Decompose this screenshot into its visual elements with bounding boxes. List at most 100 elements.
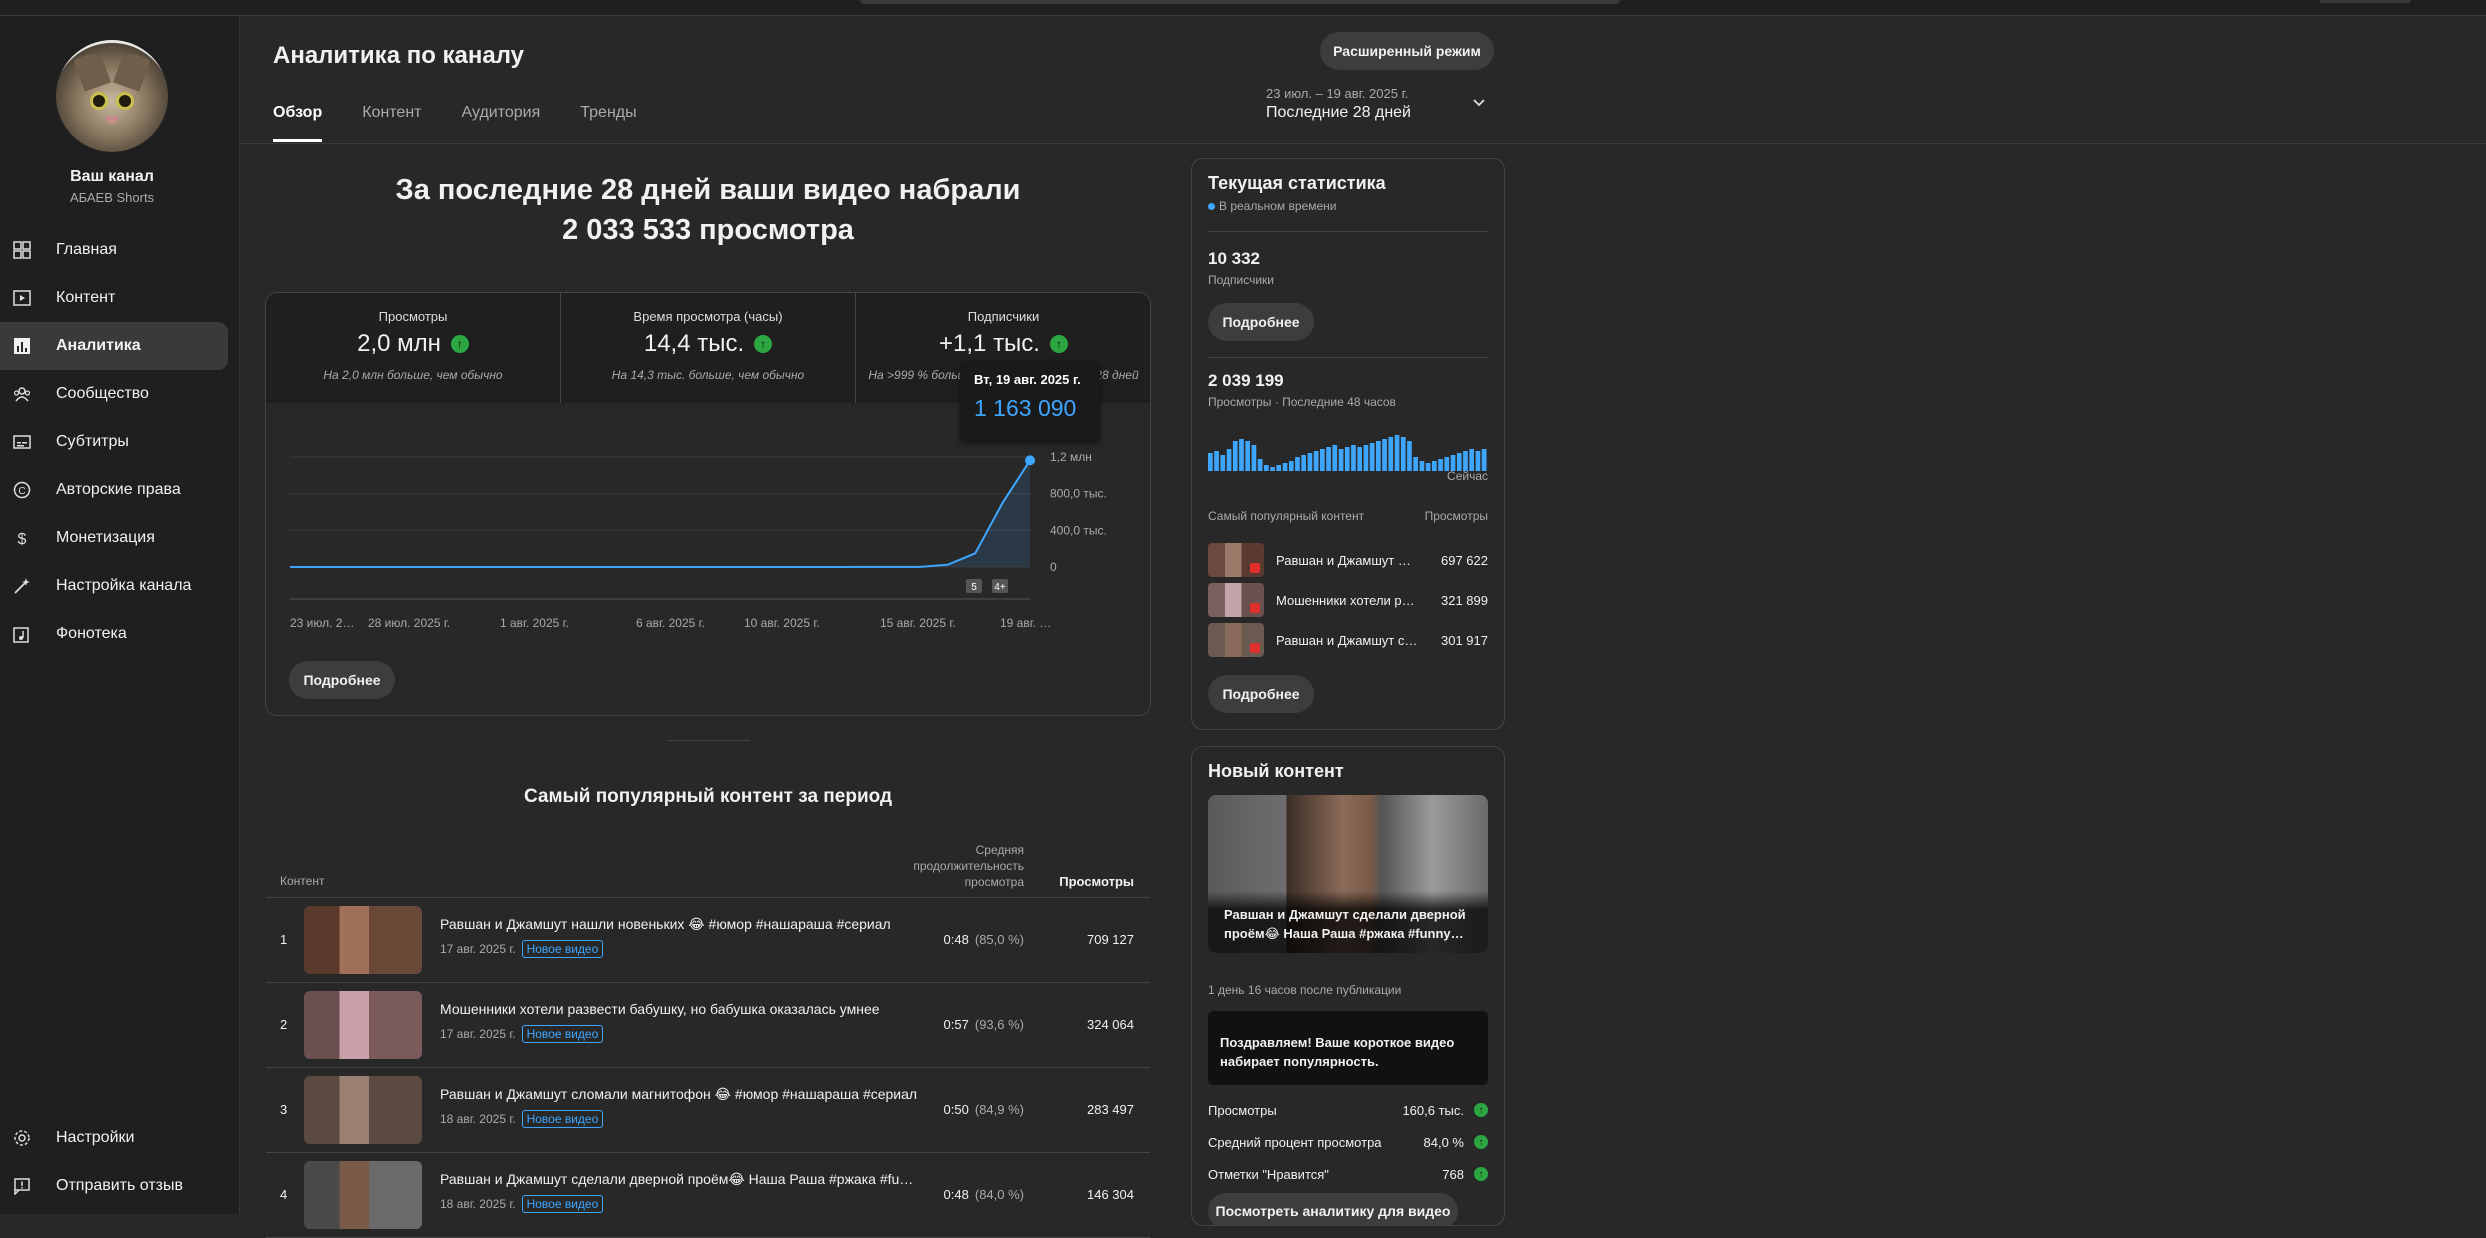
tab-content[interactable]: Контент: [362, 104, 421, 140]
video-thumbnail[interactable]: [304, 1161, 422, 1229]
more-button[interactable]: Подробнее: [289, 661, 395, 699]
popular-item[interactable]: Мошенники хотели развести бабушку 321 89…: [1208, 583, 1488, 619]
video-thumbnail[interactable]: [304, 1076, 422, 1144]
sidebar-item-feedback[interactable]: Отправить отзыв: [0, 1162, 228, 1210]
spark-bar: [1214, 451, 1219, 471]
date-period-select[interactable]: Последние 28 дней: [1266, 104, 1411, 122]
popular-item[interactable]: Равшан и Джамшут нашли новеньких 697 622: [1208, 543, 1488, 579]
metric-label: Просмотры: [378, 309, 448, 324]
headline-line1: За последние 28 дней ваши видео набрали: [395, 174, 1021, 206]
sidebar-item-community[interactable]: Сообщество: [0, 370, 228, 418]
realtime-more-button[interactable]: Подробнее: [1208, 675, 1314, 713]
video-views: 283 497: [1087, 1102, 1134, 1117]
data-point: [1025, 455, 1035, 466]
views-chart[interactable]: 1,2 млн 800,0 тыс. 400,0 тыс. 0 23 июл. 2… 28…: [266, 403, 1151, 716]
x-tick-label: 10 авг. 2025 г.: [744, 616, 820, 630]
sidebar-item-label: Фонотека: [56, 625, 127, 642]
table-row[interactable]: 4 Равшан и Джамшут сделали дверной проём😂…: [266, 1153, 1150, 1238]
spark-bar: [1413, 457, 1418, 471]
sidebar-item-label: Настройка канала: [56, 577, 192, 594]
overview-card: Просмотры 2,0 млн ↑ На 2,0 млн больше, че…: [265, 292, 1151, 716]
spark-bar: [1276, 465, 1282, 471]
y-tick-label: 1,2 млн: [1050, 450, 1092, 464]
create-button[interactable]: [2320, 0, 2410, 3]
table-row[interactable]: 2 Мошенники хотели развести бабушку, но б…: [266, 983, 1150, 1068]
video-analytics-button[interactable]: Посмотреть аналитику для видео: [1208, 1193, 1458, 1225]
new-stat-row: Отметки "Нравится" 768 ↑: [1208, 1167, 1488, 1187]
spark-bar: [1475, 451, 1481, 471]
channel-avatar[interactable]: [56, 40, 168, 152]
tab-trends[interactable]: Тренды: [580, 104, 636, 140]
metric-views[interactable]: Просмотры 2,0 млн ↑ На 2,0 млн больше, че…: [266, 293, 561, 403]
sidebar-item-customization[interactable]: Настройка канала: [0, 562, 228, 610]
dashboard-icon: [12, 240, 32, 260]
spark-bar: [1295, 457, 1300, 471]
tab-audience[interactable]: Аудитория: [461, 104, 540, 140]
spark-bar: [1257, 459, 1263, 471]
video-thumbnail[interactable]: [304, 991, 422, 1059]
realtime-card: Текущая статистика В реальном времени 10…: [1191, 158, 1505, 730]
section-divider: [668, 740, 750, 741]
spark-bar: [1232, 441, 1238, 471]
video-thumbnail[interactable]: [304, 906, 422, 974]
subs-more-button[interactable]: Подробнее: [1208, 303, 1314, 341]
spark-bar: [1419, 461, 1425, 471]
top-bar: [0, 0, 2486, 16]
avg-duration-percent: (85,0 %): [974, 932, 1024, 947]
x-tick-label: 15 авг. 2025 г.: [880, 616, 956, 630]
table-row[interactable]: 3 Равшан и Джамшут сломали магнитофон 😂 #…: [266, 1068, 1150, 1153]
spark-bar: [1407, 441, 1412, 471]
tooltip-date: Вт, 19 авг. 2025 г.: [974, 372, 1081, 387]
sidebar-item-audio-library[interactable]: Фонотека: [0, 610, 228, 658]
top-content-title: Самый популярный контент за период: [523, 786, 893, 807]
spark-bar: [1382, 439, 1387, 471]
sidebar-item-label: Субтитры: [56, 433, 129, 450]
spark-bar: [1400, 437, 1406, 471]
metric-watch-time[interactable]: Время просмотра (часы) 14,4 тыс. ↑ На 14,…: [561, 293, 856, 403]
sidebar-item-monetization[interactable]: $ Монетизация: [0, 514, 228, 562]
spark-bar: [1351, 445, 1356, 471]
svg-text:C: C: [18, 486, 25, 497]
realtime-views-sparkline[interactable]: [1208, 431, 1488, 471]
stat-label: Отметки "Нравится": [1208, 1167, 1329, 1182]
popular-item-views: 301 917: [1441, 633, 1488, 648]
sidebar-item-content[interactable]: Контент: [0, 274, 228, 322]
spark-bar: [1432, 461, 1437, 471]
new-video-thumbnail[interactable]: Равшан и Джамшут сделали дверной проём😂 …: [1208, 795, 1488, 953]
date-range[interactable]: 23 июл. – 19 авг. 2025 г.: [1266, 86, 1408, 101]
audio-library-icon: [12, 624, 32, 644]
sidebar-item-copyright[interactable]: C Авторские права: [0, 466, 228, 514]
popular-item[interactable]: Равшан и Джамшут сломали магнитофон 301 …: [1208, 623, 1488, 659]
spark-bar: [1357, 447, 1362, 471]
realtime-title: Текущая статистика: [1208, 173, 1386, 193]
video-title[interactable]: Мошенники хотели развести бабушку, но ба…: [440, 1001, 920, 1017]
avg-duration-percent: (84,9 %): [974, 1102, 1024, 1117]
advanced-mode-button[interactable]: Расширенный режим: [1320, 32, 1494, 70]
sidebar-item-label: Контент: [56, 289, 116, 306]
spark-bar: [1388, 437, 1394, 471]
sidebar-item-dashboard[interactable]: Главная: [0, 226, 228, 274]
sidebar-item-settings[interactable]: Настройки: [0, 1114, 228, 1162]
header-divider: [240, 143, 2486, 144]
tab-overview[interactable]: Обзор: [273, 104, 323, 142]
video-title[interactable]: Равшан и Джамшут нашли новеньких 😂 #юмор…: [440, 916, 920, 933]
col-views[interactable]: Просмотры: [1059, 874, 1134, 889]
metric-value: +1,1 тыс.: [939, 330, 1040, 357]
sidebar-item-label: Сообщество: [56, 385, 149, 402]
table-row[interactable]: 1 Равшан и Джамшут нашли новеньких 😂 #юмо…: [266, 898, 1150, 983]
search-bar[interactable]: [860, 0, 1620, 4]
sidebar-item-analytics[interactable]: Аналитика: [0, 322, 228, 370]
x-tick-label: 19 авг. …: [1000, 616, 1051, 630]
video-title[interactable]: Равшан и Джамшут сломали магнитофон 😂 #ю…: [440, 1086, 920, 1103]
sidebar: Ваш канал АБАЕВ Shorts Главная Контент А…: [0, 16, 240, 1214]
sidebar-nav: Главная Контент Аналитика Сообщество Суб…: [0, 226, 228, 658]
chart-tooltip: Вт, 19 авг. 2025 г. 1 163 090: [960, 362, 1100, 442]
spark-bar: [1338, 449, 1344, 471]
avg-duration-percent: (93,6 %): [974, 1017, 1024, 1032]
col-avg-duration[interactable]: Средняя продолжительность просмотра: [894, 842, 1024, 890]
video-title[interactable]: Равшан и Джамшут сделали дверной проём😂 …: [440, 1171, 920, 1188]
sidebar-item-subtitles[interactable]: Субтитры: [0, 418, 228, 466]
spark-bar: [1288, 461, 1294, 471]
chevron-down-icon[interactable]: [1472, 96, 1486, 110]
video-thumbnail: [1208, 583, 1264, 617]
